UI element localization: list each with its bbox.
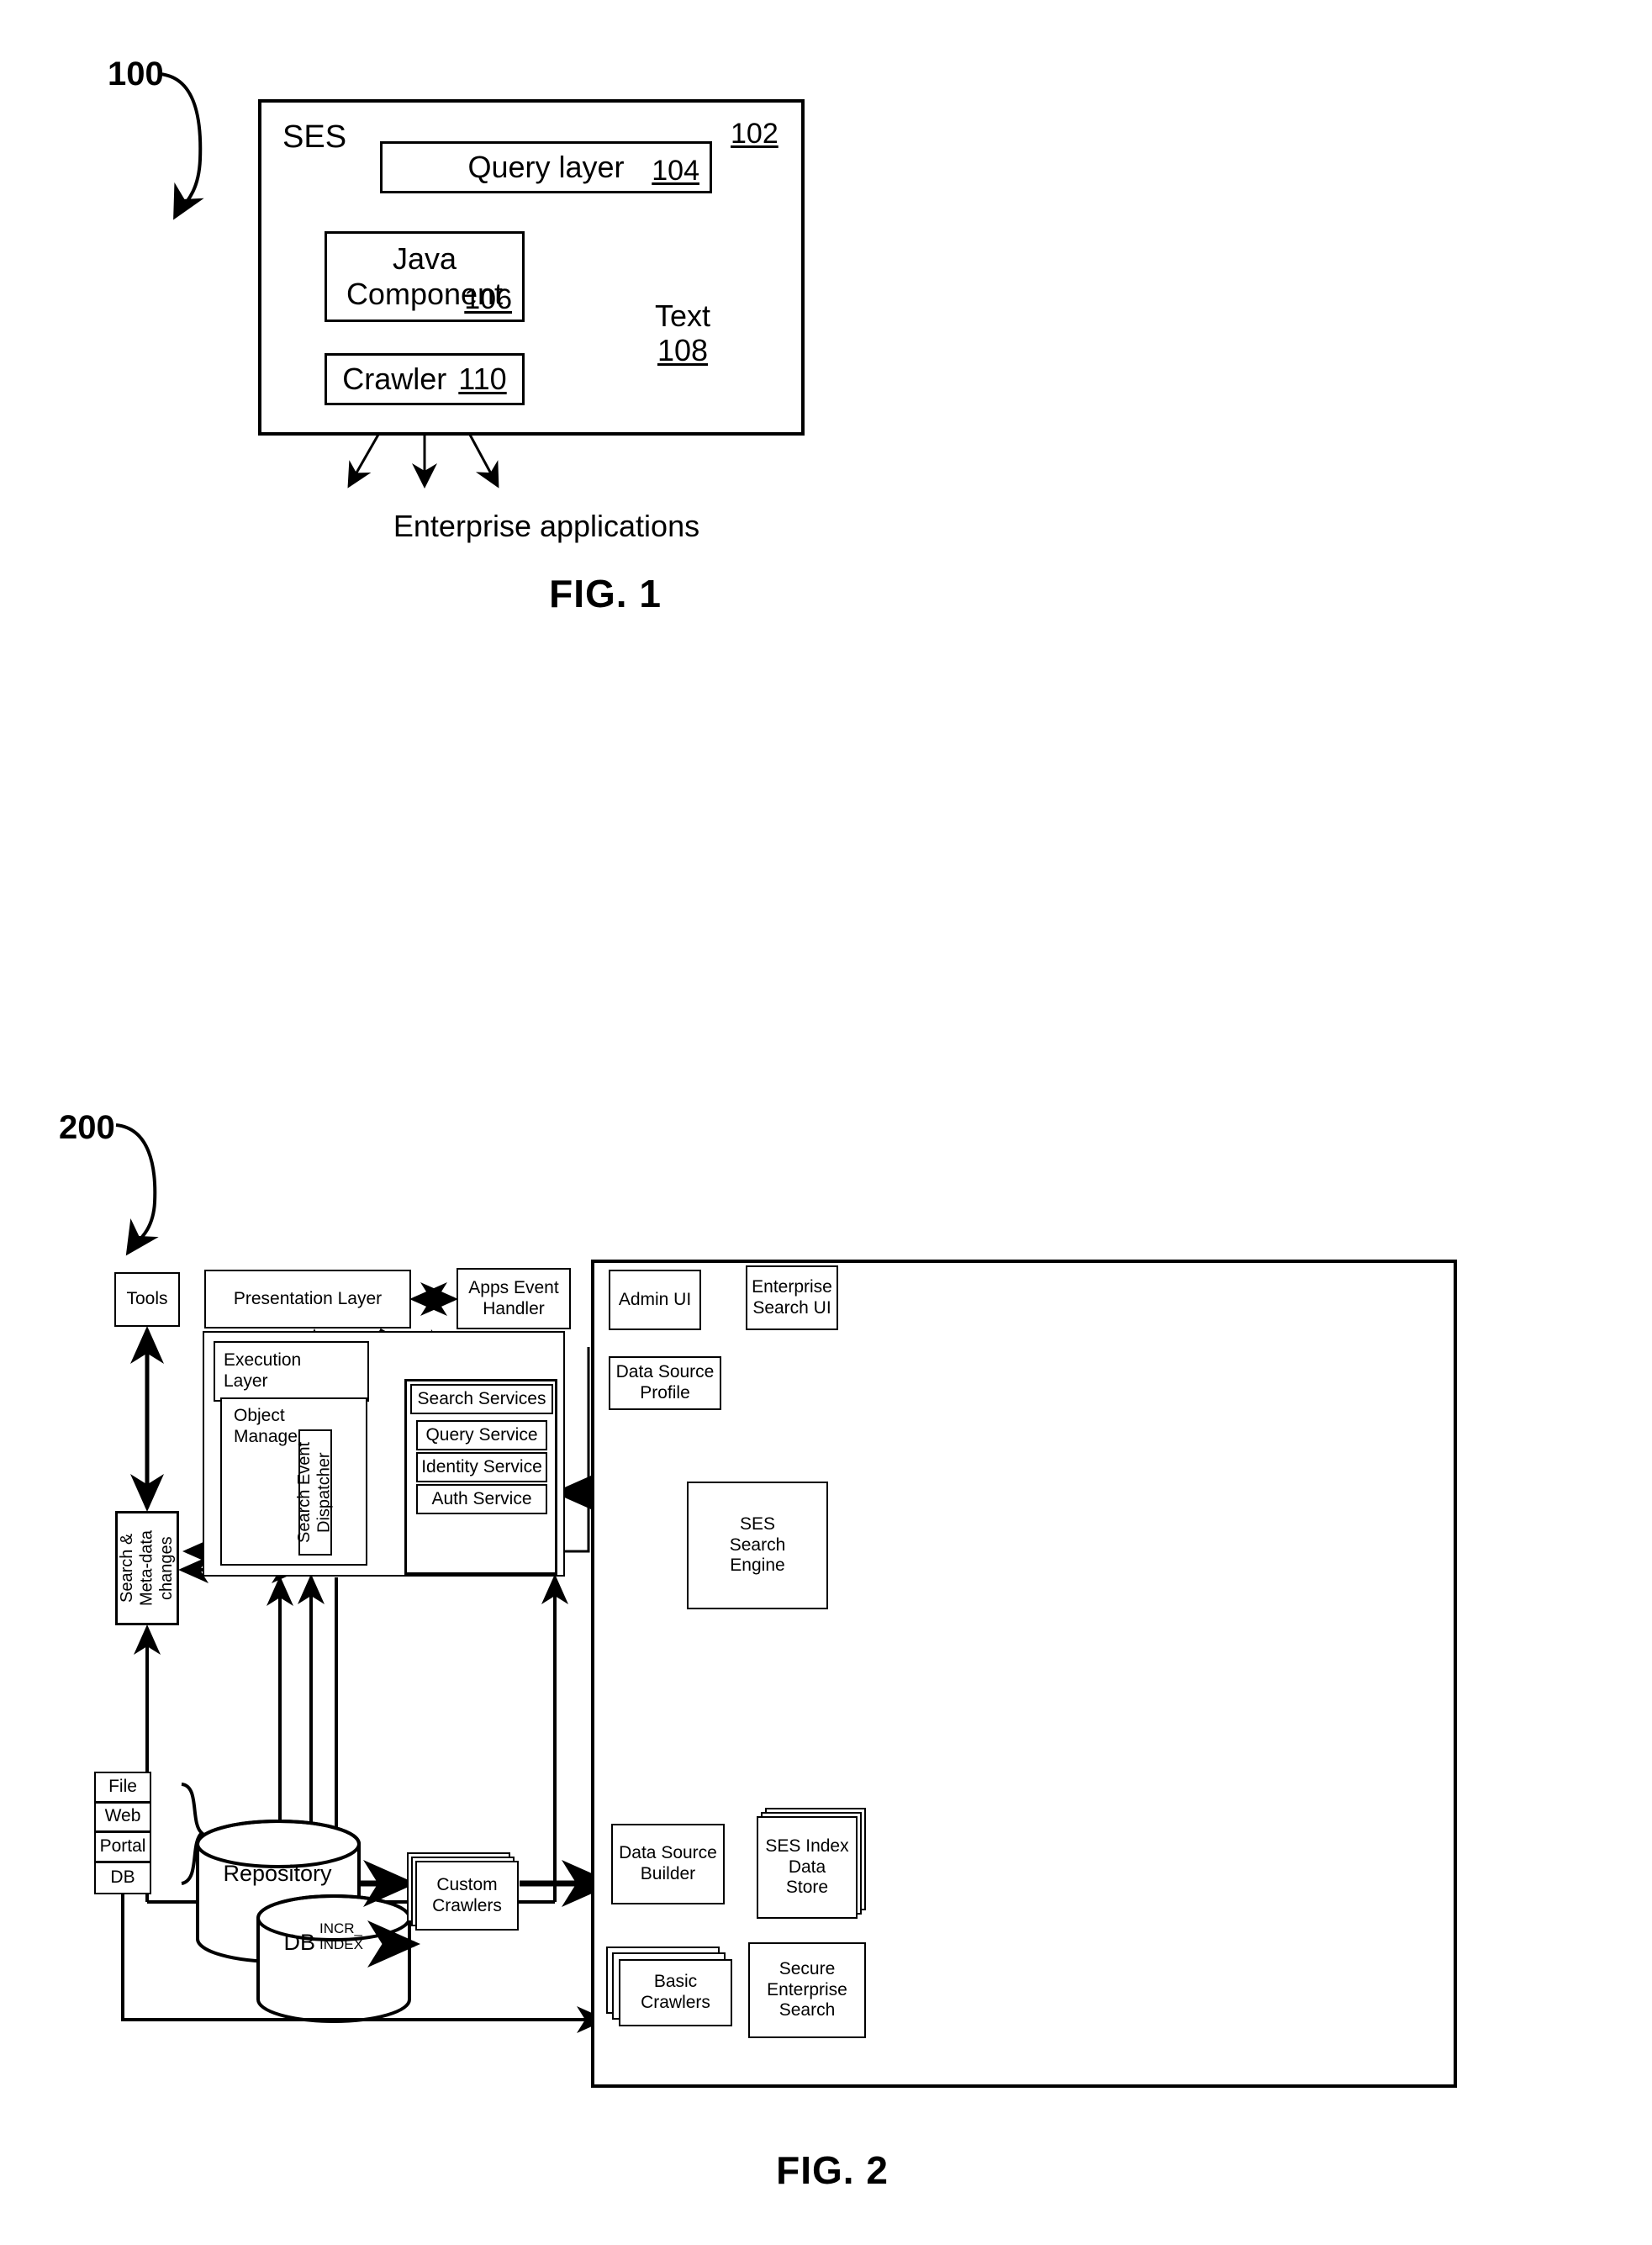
- basic-crawlers-line1: Basic: [653, 1972, 698, 1992]
- data-source-builder-label: Data Source Builder: [619, 1843, 717, 1885]
- crawler-ref: 110: [458, 361, 507, 396]
- data-sources-stack: File Web Portal DB: [94, 1772, 151, 1894]
- execution-layer-line2: Layer: [224, 1371, 268, 1391]
- source-item-db[interactable]: DB: [96, 1863, 150, 1893]
- custom-crawlers-line1: Custom: [436, 1874, 498, 1894]
- tools-label: Tools: [126, 1289, 168, 1309]
- source-item-file[interactable]: File: [96, 1773, 150, 1804]
- search-event-dispatcher-box[interactable]: Search Event Dispatcher: [295, 1429, 334, 1556]
- figure1-ses-title: SES: [282, 119, 347, 155]
- figure1-ref-102: 102: [731, 118, 778, 150]
- auth-service-label: Auth Service: [431, 1488, 532, 1508]
- query-layer-ref: 104: [652, 154, 699, 187]
- data-source-builder-line1: Data Source: [619, 1843, 717, 1863]
- presentation-layer-box[interactable]: Presentation Layer: [204, 1270, 411, 1329]
- presentation-layer-label: Presentation Layer: [233, 1288, 383, 1308]
- enterprise-search-ui-line1: Enterprise: [752, 1276, 832, 1297]
- data-source-builder-box[interactable]: Data Source Builder: [611, 1824, 725, 1904]
- incr-index-line1: INCR_: [319, 1920, 363, 1936]
- source-item-web[interactable]: Web: [96, 1804, 150, 1834]
- ses-index-data-store-line2: Data: [788, 1857, 826, 1877]
- custom-crawlers-label: Custom Crawlers: [432, 1875, 502, 1917]
- custom-crawlers-box[interactable]: Custom Crawlers: [415, 1861, 519, 1931]
- apps-event-handler-line1: Apps Event: [468, 1277, 559, 1297]
- ses-index-data-store-label: SES Index Data Store: [765, 1836, 848, 1899]
- data-source-profile-line2: Profile: [640, 1383, 690, 1402]
- auth-service-box[interactable]: Auth Service: [416, 1484, 547, 1514]
- query-service-label: Query Service: [425, 1424, 538, 1445]
- ses-search-engine-line1: SES: [739, 1513, 775, 1534]
- secure-enterprise-search-line3: Search: [778, 2000, 836, 2021]
- ses-search-engine-line3: Engine: [730, 1556, 785, 1576]
- incr-index-line2: INDEX: [319, 1936, 363, 1952]
- basic-crawlers-line2: Crawlers: [641, 1993, 710, 2012]
- object-manager-box[interactable]: Object Manager: [220, 1397, 367, 1566]
- enterprise-search-ui-box[interactable]: Enterprise Search UI: [746, 1265, 838, 1330]
- enterprise-search-ui-label: Enterprise Search UI: [752, 1277, 832, 1319]
- query-service-box[interactable]: Query Service: [416, 1420, 547, 1450]
- ses-search-engine-line2: Search: [729, 1535, 786, 1555]
- figure2-caption: FIG. 2: [776, 2148, 889, 2192]
- apps-event-handler-label: Apps Event Handler: [468, 1278, 558, 1320]
- ses-index-data-store-box[interactable]: SES Index Data Store: [757, 1816, 858, 1919]
- object-manager-line1: Object: [234, 1406, 285, 1425]
- db-label: DB: [283, 1930, 315, 1955]
- figure1-enterprise-applications-label: Enterprise applications: [393, 509, 700, 543]
- text-datastore-ref: 108: [657, 333, 709, 368]
- search-event-dispatcher-label: Search Event Dispatcher: [295, 1441, 334, 1544]
- object-manager-line2: Manager: [234, 1426, 303, 1446]
- java-component-line1: Java: [392, 240, 457, 276]
- execution-layer-line1: Execution: [224, 1350, 302, 1371]
- secure-enterprise-search-box[interactable]: Secure Enterprise Search: [748, 1942, 866, 2038]
- figure1-query-layer-box[interactable]: Query layer 104: [380, 141, 712, 193]
- secure-enterprise-search-line2: Enterprise: [767, 1979, 847, 1999]
- incr-index-label: INCR_ INDEX: [319, 1920, 412, 1952]
- search-and-metadata-changes-label: Search & Meta-data changes: [117, 1529, 176, 1607]
- ses-search-engine-label: SES Search Engine: [730, 1514, 786, 1577]
- identity-service-label: Identity Service: [421, 1456, 542, 1476]
- execution-layer-label: Execution Layer: [224, 1350, 301, 1392]
- apps-event-handler-box[interactable]: Apps Event Handler: [457, 1268, 571, 1329]
- search-and-metadata-changes-box[interactable]: Search & Meta-data changes: [115, 1511, 179, 1625]
- enterprise-search-ui-line2: Search UI: [752, 1297, 831, 1318]
- ses-index-data-store-line3: Store: [785, 1878, 829, 1898]
- figure1-caption: FIG. 1: [549, 572, 662, 615]
- admin-ui-box[interactable]: Admin UI: [609, 1270, 701, 1330]
- figure2-reference-numeral-200: 200: [59, 1109, 115, 1146]
- data-source-builder-line2: Builder: [640, 1864, 696, 1883]
- data-source-profile-label: Data Source Profile: [616, 1362, 715, 1404]
- data-source-profile-box[interactable]: Data Source Profile: [609, 1356, 721, 1410]
- java-component-ref: 106: [464, 283, 512, 315]
- basic-crawlers-label: Basic Crawlers: [641, 1972, 710, 2014]
- search-services-label: Search Services: [417, 1388, 546, 1408]
- source-item-portal[interactable]: Portal: [96, 1833, 150, 1863]
- crawler-label: Crawler: [342, 361, 447, 396]
- admin-ui-label: Admin UI: [618, 1289, 692, 1309]
- object-manager-label: Object Manager: [234, 1406, 303, 1448]
- tools-box[interactable]: Tools: [114, 1272, 180, 1327]
- ses-index-data-store-line1: SES Index: [765, 1836, 849, 1856]
- figure1-java-component-box[interactable]: Java Component 106: [325, 231, 525, 322]
- secure-enterprise-search-line1: Secure: [778, 1958, 836, 1978]
- execution-layer-box[interactable]: Execution Layer: [214, 1341, 369, 1402]
- data-source-profile-line1: Data Source: [615, 1362, 715, 1382]
- identity-service-box[interactable]: Identity Service: [416, 1452, 547, 1482]
- search-services-box[interactable]: Search Services: [410, 1384, 553, 1414]
- apps-event-handler-line2: Handler: [483, 1298, 545, 1318]
- ses-search-engine-box[interactable]: SES Search Engine: [687, 1482, 828, 1609]
- custom-crawlers-line2: Crawlers: [432, 1895, 502, 1915]
- patent-figure-sheet: 100 SES 102 Query layer 104 Java Compone…: [0, 0, 1652, 2245]
- figure1-crawler-box[interactable]: Crawler 110: [325, 353, 525, 405]
- basic-crawlers-box[interactable]: Basic Crawlers: [619, 1959, 732, 2026]
- figure1-text-datastore-label: Text 108: [624, 298, 742, 368]
- repository-label: Repository: [223, 1861, 332, 1886]
- text-datastore-name: Text: [654, 298, 711, 333]
- figure1-reference-numeral-100: 100: [108, 55, 164, 92]
- secure-enterprise-search-label: Secure Enterprise Search: [767, 1959, 847, 2021]
